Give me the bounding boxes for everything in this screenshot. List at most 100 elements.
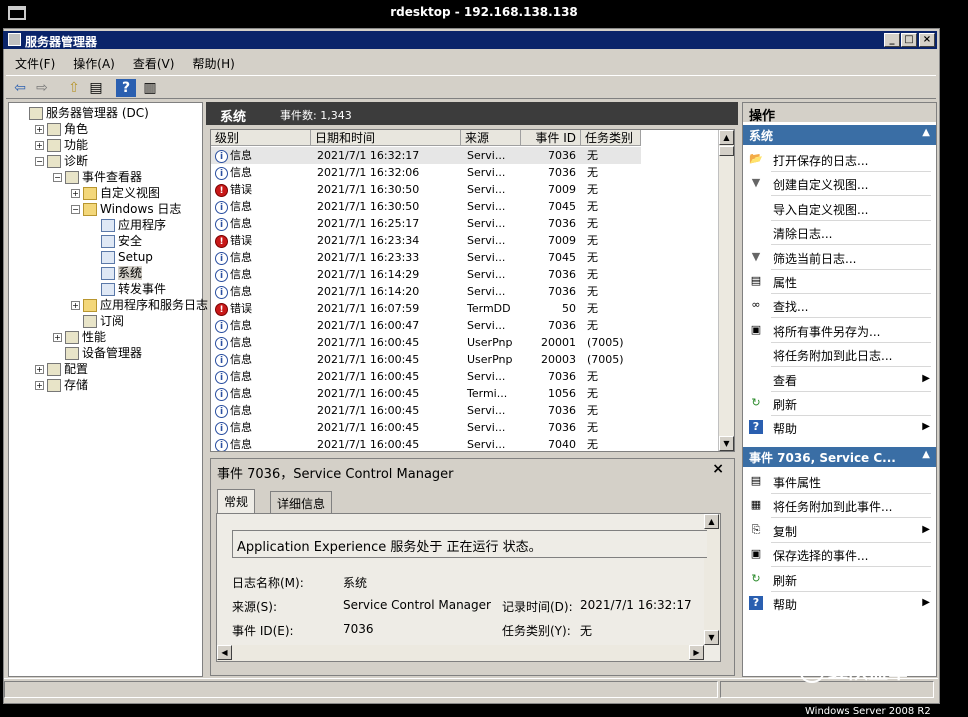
action-item[interactable]: ▣ 将所有事件另存为... bbox=[743, 319, 936, 341]
expand-icon[interactable]: + bbox=[71, 189, 80, 198]
action-item[interactable]: ⎘ 复制 ▶ bbox=[743, 519, 936, 541]
detail-hscroll[interactable]: ◀ ▶ bbox=[217, 645, 704, 661]
table-row[interactable]: i 信息 2021/7/1 16:00:45 Servi... 7036 无 bbox=[211, 402, 641, 419]
action-item[interactable]: 📂 打开保存的日志... bbox=[743, 148, 936, 170]
expand-icon[interactable]: + bbox=[35, 381, 44, 390]
grid-scrollbar[interactable]: ▲ ▼ bbox=[718, 130, 734, 451]
forward-arrow-icon[interactable]: ⇨ bbox=[32, 79, 52, 97]
expand-icon[interactable]: + bbox=[53, 333, 62, 342]
detail-scroll-left[interactable]: ◀ bbox=[217, 645, 232, 660]
show-tree-icon[interactable]: ▤ bbox=[86, 79, 106, 97]
action-item[interactable]: ▼ 创建自定义视图... bbox=[743, 172, 936, 194]
table-row[interactable]: ! 错误 2021/7/1 16:30:50 Servi... 7009 无 bbox=[211, 181, 641, 198]
expand-icon[interactable]: + bbox=[35, 141, 44, 150]
expand-icon[interactable]: + bbox=[35, 365, 44, 374]
actions-section-event[interactable]: 事件 7036, Service C... ▲ bbox=[743, 447, 936, 467]
action-item[interactable]: 导入自定义视图... bbox=[743, 197, 936, 219]
tree-node[interactable]: − 事件查看器 bbox=[53, 169, 142, 185]
tab-details[interactable]: 详细信息 bbox=[270, 491, 333, 513]
help-icon[interactable]: ? bbox=[116, 79, 136, 97]
tree-node[interactable]: − Windows 日志 bbox=[71, 201, 181, 217]
tree-node[interactable]: 系统 bbox=[89, 265, 143, 281]
back-arrow-icon[interactable]: ⇦ bbox=[10, 79, 30, 97]
tree-node[interactable]: + 存储 bbox=[35, 377, 88, 393]
collapse-icon[interactable]: − bbox=[53, 173, 62, 182]
table-row[interactable]: i 信息 2021/7/1 16:00:47 Servi... 7036 无 bbox=[211, 317, 641, 334]
menu-help[interactable]: 帮助(H) bbox=[183, 52, 243, 75]
up-folder-icon[interactable]: ⇧ bbox=[64, 79, 84, 97]
detail-scroll-down[interactable]: ▼ bbox=[704, 630, 719, 645]
column-task-category[interactable]: 任务类别 bbox=[581, 130, 641, 146]
table-row[interactable]: ! 错误 2021/7/1 16:23:34 Servi... 7009 无 bbox=[211, 232, 641, 249]
action-item[interactable]: ∞ 查找... bbox=[743, 294, 936, 316]
action-item[interactable]: ▼ 筛选当前日志... bbox=[743, 246, 936, 268]
minimize-button[interactable]: _ bbox=[884, 33, 900, 47]
column-event-id[interactable]: 事件 ID bbox=[521, 130, 581, 146]
collapse-icon[interactable]: − bbox=[71, 205, 80, 214]
tree-node[interactable]: 应用程序 bbox=[89, 217, 166, 233]
menu-view[interactable]: 查看(V) bbox=[124, 52, 184, 75]
action-item[interactable]: ? 帮助 ▶ bbox=[743, 592, 936, 614]
maximize-button[interactable]: □ bbox=[901, 33, 917, 47]
table-row[interactable]: i 信息 2021/7/1 16:32:17 Servi... 7036 无 bbox=[211, 147, 641, 164]
tree-node[interactable]: + 配置 bbox=[35, 361, 88, 377]
tree-node[interactable]: 安全 bbox=[89, 233, 142, 249]
table-row[interactable]: i 信息 2021/7/1 16:30:50 Servi... 7045 无 bbox=[211, 198, 641, 215]
column-level[interactable]: 级别 bbox=[211, 130, 311, 146]
collapse-icon[interactable]: ▲ bbox=[922, 127, 930, 138]
expand-icon[interactable]: + bbox=[71, 301, 80, 310]
table-row[interactable]: i 信息 2021/7/1 16:25:17 Servi... 7036 无 bbox=[211, 215, 641, 232]
action-item[interactable]: ▣ 保存选择的事件... bbox=[743, 543, 936, 565]
table-row[interactable]: i 信息 2021/7/1 16:00:45 Servi... 7036 无 bbox=[211, 368, 641, 385]
action-item[interactable]: 将任务附加到此日志... bbox=[743, 343, 936, 365]
close-button[interactable]: × bbox=[919, 33, 935, 47]
tree-node[interactable]: + 功能 bbox=[35, 137, 88, 153]
action-item[interactable]: ? 帮助 ▶ bbox=[743, 416, 936, 438]
table-row[interactable]: i 信息 2021/7/1 16:32:06 Servi... 7036 无 bbox=[211, 164, 641, 181]
action-label: 清除日志... bbox=[773, 227, 833, 242]
tree-node[interactable]: + 自定义视图 bbox=[71, 185, 160, 201]
tree-node[interactable]: 服务器管理器 (DC) bbox=[17, 105, 149, 121]
tree-node[interactable]: Setup bbox=[89, 249, 153, 265]
table-row[interactable]: i 信息 2021/7/1 16:00:45 Termi... 1056 无 bbox=[211, 385, 641, 402]
tree-node[interactable]: 订阅 bbox=[71, 313, 124, 329]
menu-file[interactable]: 文件(F) bbox=[6, 52, 64, 75]
tree-node[interactable]: + 应用程序和服务日志 bbox=[71, 297, 208, 313]
tree-node[interactable]: + 角色 bbox=[35, 121, 88, 137]
action-item[interactable]: ▤ 事件属性 bbox=[743, 470, 936, 492]
column-datetime[interactable]: 日期和时间 bbox=[311, 130, 461, 146]
menu-action[interactable]: 操作(A) bbox=[64, 52, 124, 75]
event-viewer-icon bbox=[65, 171, 79, 184]
action-item[interactable]: 清除日志... bbox=[743, 221, 936, 243]
actions-section-log[interactable]: 系统 ▲ bbox=[743, 125, 936, 145]
detail-scroll-up[interactable]: ▲ bbox=[704, 514, 719, 529]
table-row[interactable]: i 信息 2021/7/1 16:00:45 UserPnp 20003 (7005) bbox=[211, 351, 641, 368]
expand-icon[interactable]: + bbox=[35, 125, 44, 134]
collapse-icon[interactable]: ▲ bbox=[922, 449, 930, 460]
table-row[interactable]: i 信息 2021/7/1 16:00:45 UserPnp 20001 (7005) bbox=[211, 334, 641, 351]
scroll-thumb[interactable] bbox=[719, 146, 734, 156]
detail-close-icon[interactable]: × bbox=[712, 461, 724, 477]
tree-node[interactable]: 设备管理器 bbox=[53, 345, 142, 361]
detail-scroll-right[interactable]: ▶ bbox=[689, 645, 704, 660]
tree-node[interactable]: + 性能 bbox=[53, 329, 106, 345]
table-row[interactable]: ! 错误 2021/7/1 16:07:59 TermDD 50 无 bbox=[211, 300, 641, 317]
table-row[interactable]: i 信息 2021/7/1 16:14:20 Servi... 7036 无 bbox=[211, 283, 641, 300]
action-item[interactable]: ▦ 将任务附加到此事件... bbox=[743, 494, 936, 516]
tree-node[interactable]: 转发事件 bbox=[89, 281, 166, 297]
scroll-up-button[interactable]: ▲ bbox=[719, 130, 734, 145]
collapse-icon[interactable]: − bbox=[35, 157, 44, 166]
action-pane-icon[interactable]: ▥ bbox=[140, 79, 160, 97]
column-source[interactable]: 来源 bbox=[461, 130, 521, 146]
table-row[interactable]: i 信息 2021/7/1 16:23:33 Servi... 7045 无 bbox=[211, 249, 641, 266]
tree-node[interactable]: − 诊断 bbox=[35, 153, 88, 169]
table-row[interactable]: i 信息 2021/7/1 16:00:45 Servi... 7036 无 bbox=[211, 419, 641, 436]
action-item[interactable]: ↻ 刷新 bbox=[743, 568, 936, 590]
table-row[interactable]: i 信息 2021/7/1 16:14:29 Servi... 7036 无 bbox=[211, 266, 641, 283]
tab-general[interactable]: 常规 bbox=[217, 489, 256, 513]
scroll-down-button[interactable]: ▼ bbox=[719, 436, 734, 451]
table-row[interactable]: i 信息 2021/7/1 16:00:45 Servi... 7040 无 bbox=[211, 436, 641, 451]
action-item[interactable]: ↻ 刷新 bbox=[743, 392, 936, 414]
action-item[interactable]: 查看 ▶ bbox=[743, 368, 936, 390]
action-item[interactable]: ▤ 属性 bbox=[743, 270, 936, 292]
